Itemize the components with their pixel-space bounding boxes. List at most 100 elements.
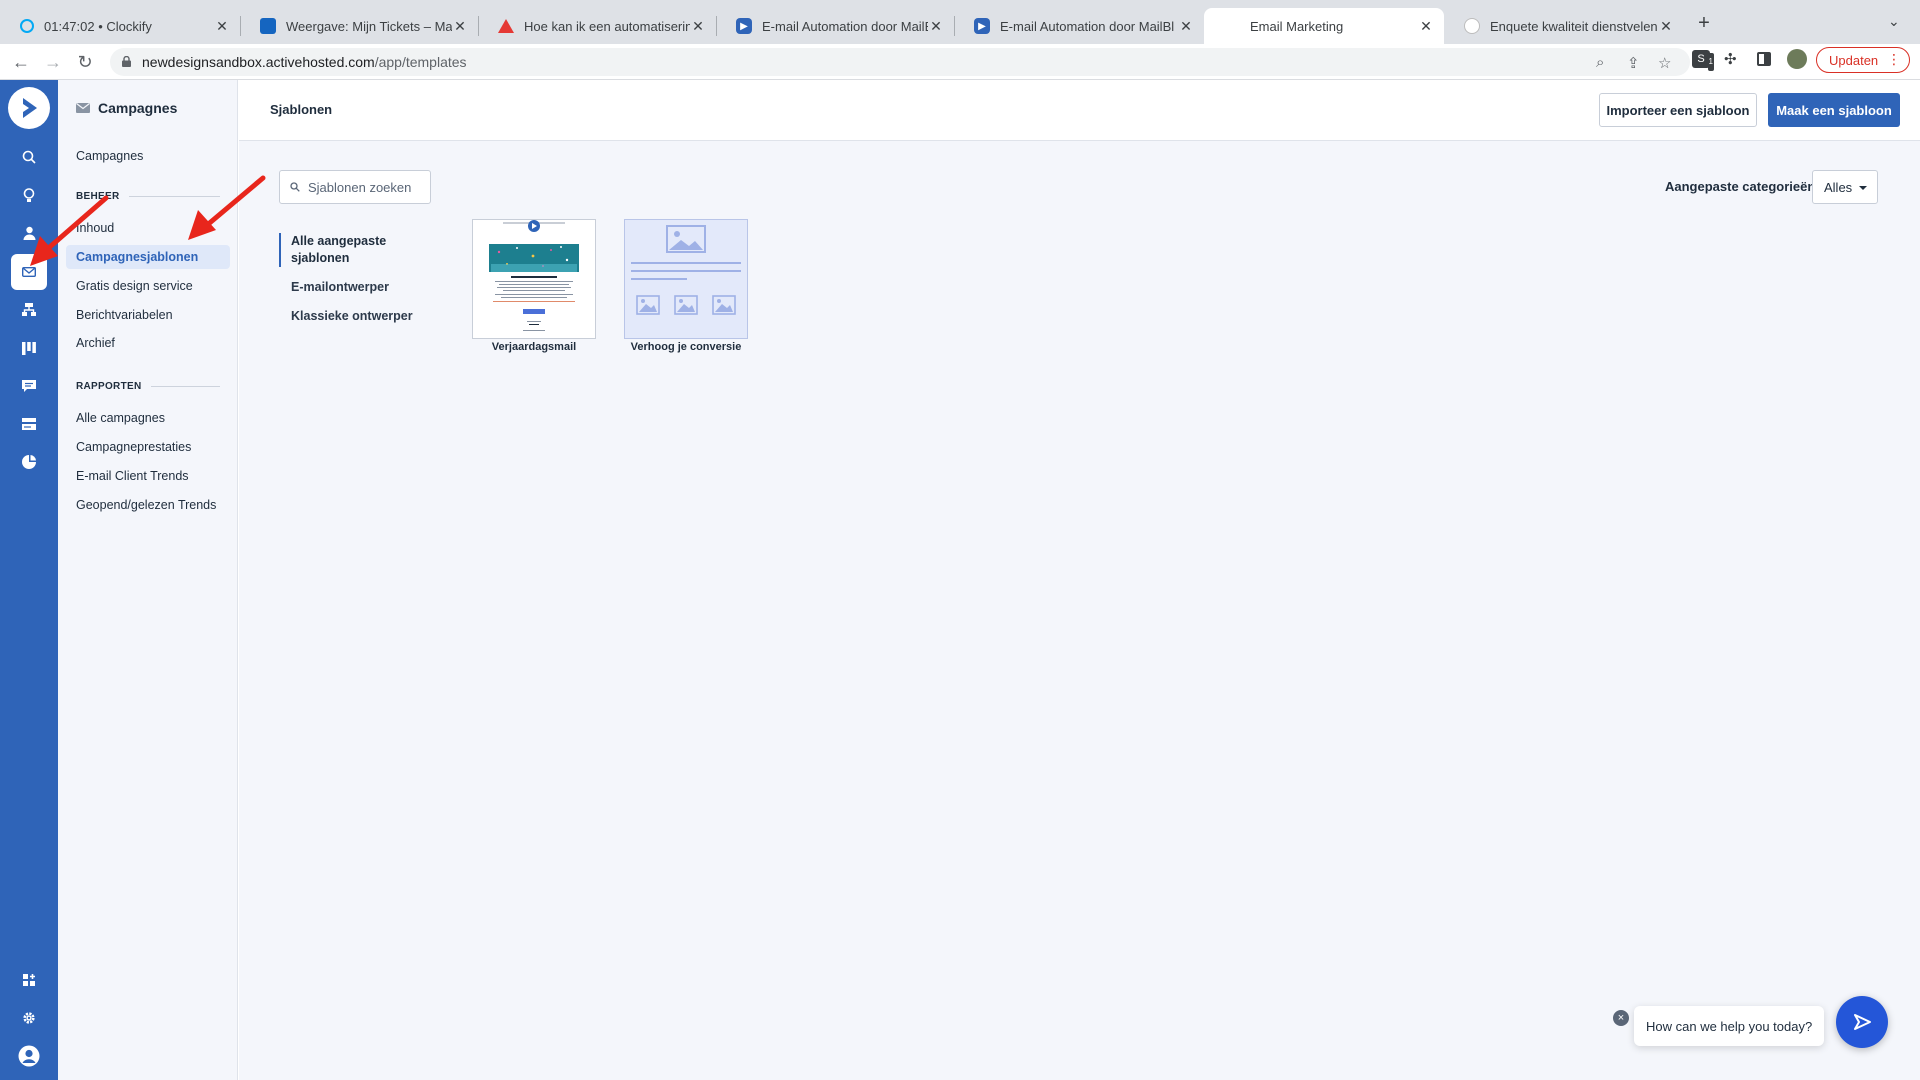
category-email-designer[interactable]: E-mailontwerper xyxy=(279,279,429,296)
category-all-custom[interactable]: Alle aangepaste sjablonen xyxy=(279,233,429,267)
blank-favicon-icon xyxy=(1224,18,1240,34)
back-arrow-icon[interactable]: ← xyxy=(10,52,32,72)
import-template-button[interactable]: Importeer een sjabloon xyxy=(1599,93,1757,127)
tab-title: Email Marketing xyxy=(1250,18,1344,34)
chat-prompt-bubble[interactable]: How can we help you today? xyxy=(1634,1006,1824,1046)
browser-tab-strip: 01:47:02 • Clockify ✕ Weergave: Mijn Tic… xyxy=(0,0,1920,44)
sidebar-item-berichtvariabelen[interactable]: Berichtvariabelen xyxy=(66,303,230,327)
forward-arrow-icon[interactable]: → xyxy=(42,52,64,72)
deals-board-icon[interactable] xyxy=(15,334,43,362)
close-tab-icon[interactable]: ✕ xyxy=(1178,18,1194,35)
search-icon[interactable] xyxy=(15,143,43,171)
template-category-nav: Alle aangepaste sjablonen E-mailontwerpe… xyxy=(279,233,429,337)
browser-tab-tickets[interactable]: Weergave: Mijn Tickets – MailBl ✕ xyxy=(240,8,478,44)
browser-tab-automation-help[interactable]: Hoe kan ik een automatisering ✕ xyxy=(478,8,716,44)
chat-close-icon[interactable]: × xyxy=(1613,1010,1629,1026)
conversations-chat-icon[interactable] xyxy=(15,372,43,400)
campaigns-envelope-icon[interactable] xyxy=(11,254,47,290)
sidebar-item-campagnes[interactable]: Campagnes xyxy=(66,144,230,168)
sidebar-item-alle-campagnes[interactable]: Alle campagnes xyxy=(66,406,230,430)
bookmark-star-icon[interactable]: ☆ xyxy=(1658,54,1671,72)
app-icon-rail xyxy=(0,80,58,1080)
templates-content: Alle aangepaste sjablonen E-mailontwerpe… xyxy=(239,141,1920,1080)
dropdown-selected-value: Alles xyxy=(1824,179,1853,195)
custom-categories-label: Aangepaste categorieën xyxy=(1665,179,1816,194)
enquete-favicon-icon xyxy=(1464,18,1480,34)
browser-tab-mailblue-2[interactable]: ▶ E-mail Automation door MailBl ✕ xyxy=(954,8,1204,44)
template-thumbnail[interactable] xyxy=(624,219,748,339)
sidebar-section-beheer: BEHEER xyxy=(76,191,220,202)
section-label: RAPPORTEN xyxy=(76,381,142,392)
website-layout-icon[interactable] xyxy=(15,410,43,438)
browser-tab-enquete[interactable]: Enquete kwaliteit dienstvelenin ✕ xyxy=(1444,8,1684,44)
clockify-favicon-icon xyxy=(20,19,34,33)
extension-s-icon[interactable]: S1 xyxy=(1692,50,1714,71)
lightbulb-icon[interactable] xyxy=(15,181,43,209)
extension-badge: 1 xyxy=(1707,53,1714,71)
contacts-person-icon[interactable] xyxy=(15,219,43,247)
close-tab-icon[interactable]: ✕ xyxy=(1658,18,1674,35)
tab-title: Weergave: Mijn Tickets – MailBl xyxy=(286,18,452,34)
automations-sitemap-icon[interactable] xyxy=(15,296,43,324)
section-divider xyxy=(129,196,220,197)
browser-tab-mailblue-1[interactable]: ▶ E-mail Automation door MailBl ✕ xyxy=(716,8,954,44)
address-bar[interactable]: newdesignsandbox.activehosted.com/app/te… xyxy=(110,48,1690,76)
side-panel-icon[interactable] xyxy=(1757,52,1771,66)
sidebar-item-campagnesjablonen[interactable]: Campagnesjablonen xyxy=(66,245,230,269)
account-avatar-icon[interactable] xyxy=(15,1042,43,1070)
sidebar-section-rapporten: RAPPORTEN xyxy=(76,381,220,392)
browser-tab-email-marketing[interactable]: Email Marketing ✕ xyxy=(1204,8,1444,44)
template-card-verhoog-je-conversie[interactable]: Verhoog je conversie xyxy=(624,219,748,353)
sidebar-item-geopend-gelezen-trends[interactable]: Geopend/gelezen Trends xyxy=(66,493,230,517)
category-classic-designer[interactable]: Klassieke ontwerper xyxy=(279,308,429,325)
sidebar-item-gratis-design-service[interactable]: Gratis design service xyxy=(66,274,230,298)
activecampaign-logo[interactable] xyxy=(8,87,50,129)
template-search-box[interactable] xyxy=(279,170,431,204)
campaigns-sidebar: Campagnes Campagnes BEHEER Inhoud Campag… xyxy=(58,80,238,1080)
tab-title: E-mail Automation door MailBl xyxy=(762,18,928,34)
zoom-icon[interactable]: ⌕ xyxy=(1596,54,1604,71)
birthday-email-preview-image xyxy=(473,220,595,338)
page-title: Sjablonen xyxy=(270,102,333,117)
sidebar-title: Campagnes xyxy=(76,100,177,116)
custom-categories-dropdown[interactable]: Alles xyxy=(1812,170,1878,204)
lock-icon xyxy=(122,56,131,67)
url-path: /app/templates xyxy=(374,54,467,70)
sidebar-item-archief[interactable]: Archief xyxy=(66,331,230,355)
new-tab-plus-icon[interactable]: + xyxy=(1692,12,1716,35)
placeholder-layout-image xyxy=(631,225,741,315)
caret-down-icon xyxy=(1859,186,1867,190)
chat-launcher-button[interactable] xyxy=(1836,996,1888,1048)
extensions-puzzle-icon[interactable]: ✣ xyxy=(1724,50,1737,68)
template-card-verjaardagsmail[interactable]: Verjaardagsmail xyxy=(472,219,596,353)
sidebar-item-campagneprestaties[interactable]: Campagneprestaties xyxy=(66,435,230,459)
tab-title: 01:47:02 • Clockify xyxy=(44,18,152,34)
search-icon xyxy=(290,182,300,192)
sidebar-item-email-client-trends[interactable]: E-mail Client Trends xyxy=(66,464,230,488)
reports-pie-icon[interactable] xyxy=(15,448,43,476)
close-tab-icon[interactable]: ✕ xyxy=(1418,18,1434,35)
chat-send-icon xyxy=(1854,1014,1871,1030)
sidebar-title-text: Campagnes xyxy=(98,100,178,116)
template-thumbnail[interactable] xyxy=(472,219,596,339)
search-input[interactable] xyxy=(308,179,418,195)
share-icon[interactable]: ⇪ xyxy=(1627,54,1640,72)
template-name: Verjaardagsmail xyxy=(491,341,577,353)
create-template-button[interactable]: Maak een sjabloon xyxy=(1768,93,1900,127)
sidebar-item-inhoud[interactable]: Inhoud xyxy=(66,216,230,240)
close-tab-icon[interactable]: ✕ xyxy=(452,18,468,35)
close-tab-icon[interactable]: ✕ xyxy=(690,18,706,35)
url-host: newdesignsandbox.activehosted.com xyxy=(142,54,375,70)
reload-icon[interactable]: ↻ xyxy=(74,52,96,72)
settings-gear-icon[interactable] xyxy=(15,1004,43,1032)
profile-avatar[interactable] xyxy=(1787,49,1807,69)
update-label: Updaten xyxy=(1829,52,1879,68)
apps-grid-icon[interactable] xyxy=(15,966,43,994)
more-vertical-icon[interactable]: ⋮ xyxy=(1887,51,1901,68)
close-tab-icon[interactable]: ✕ xyxy=(928,18,944,35)
browser-tab-clockify[interactable]: 01:47:02 • Clockify ✕ xyxy=(0,8,240,44)
close-tab-icon[interactable]: ✕ xyxy=(214,18,230,35)
update-browser-button[interactable]: Updaten ⋮ xyxy=(1816,47,1910,73)
tab-search-chevron-icon[interactable]: ⌄ xyxy=(1888,13,1900,30)
envelope-icon xyxy=(76,103,90,113)
